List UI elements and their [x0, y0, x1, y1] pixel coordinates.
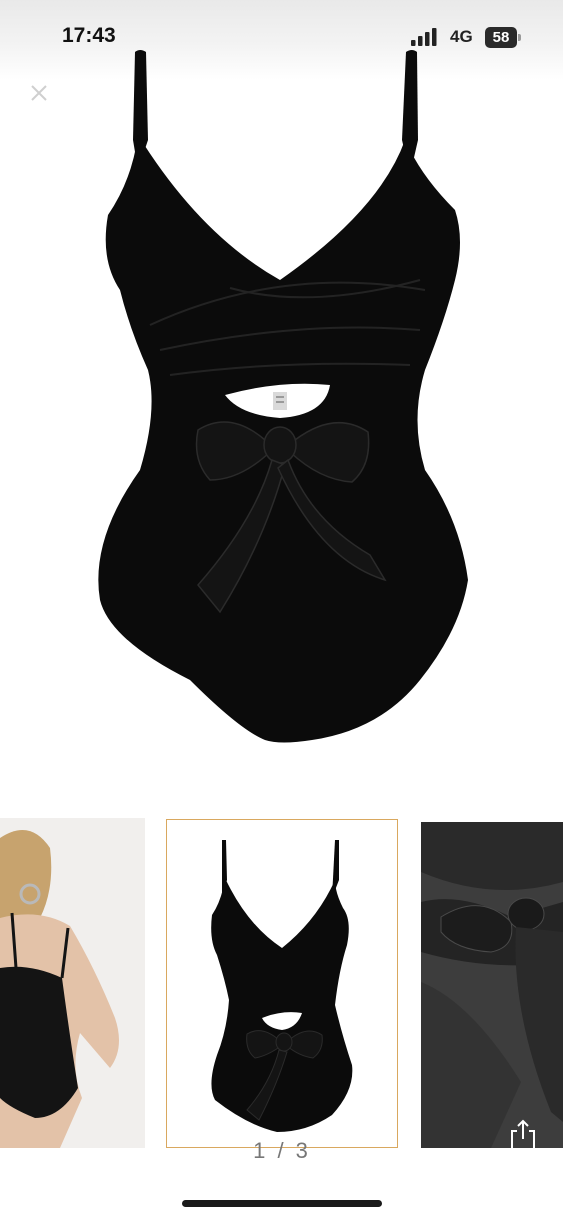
close-icon[interactable]	[26, 80, 70, 116]
battery-tip	[518, 34, 521, 41]
main-product-image[interactable]	[80, 40, 490, 760]
thumbnail-bow-detail[interactable]	[421, 822, 563, 1148]
home-indicator	[182, 1200, 382, 1207]
share-icon[interactable]	[508, 1118, 538, 1152]
thumbnail-back-view[interactable]	[0, 818, 145, 1148]
page-indicator: 1 / 3	[253, 1138, 311, 1163]
thumbnail-front-view[interactable]	[166, 819, 398, 1148]
battery-level: 58	[492, 29, 510, 46]
thumbnail-strip	[0, 818, 563, 1150]
